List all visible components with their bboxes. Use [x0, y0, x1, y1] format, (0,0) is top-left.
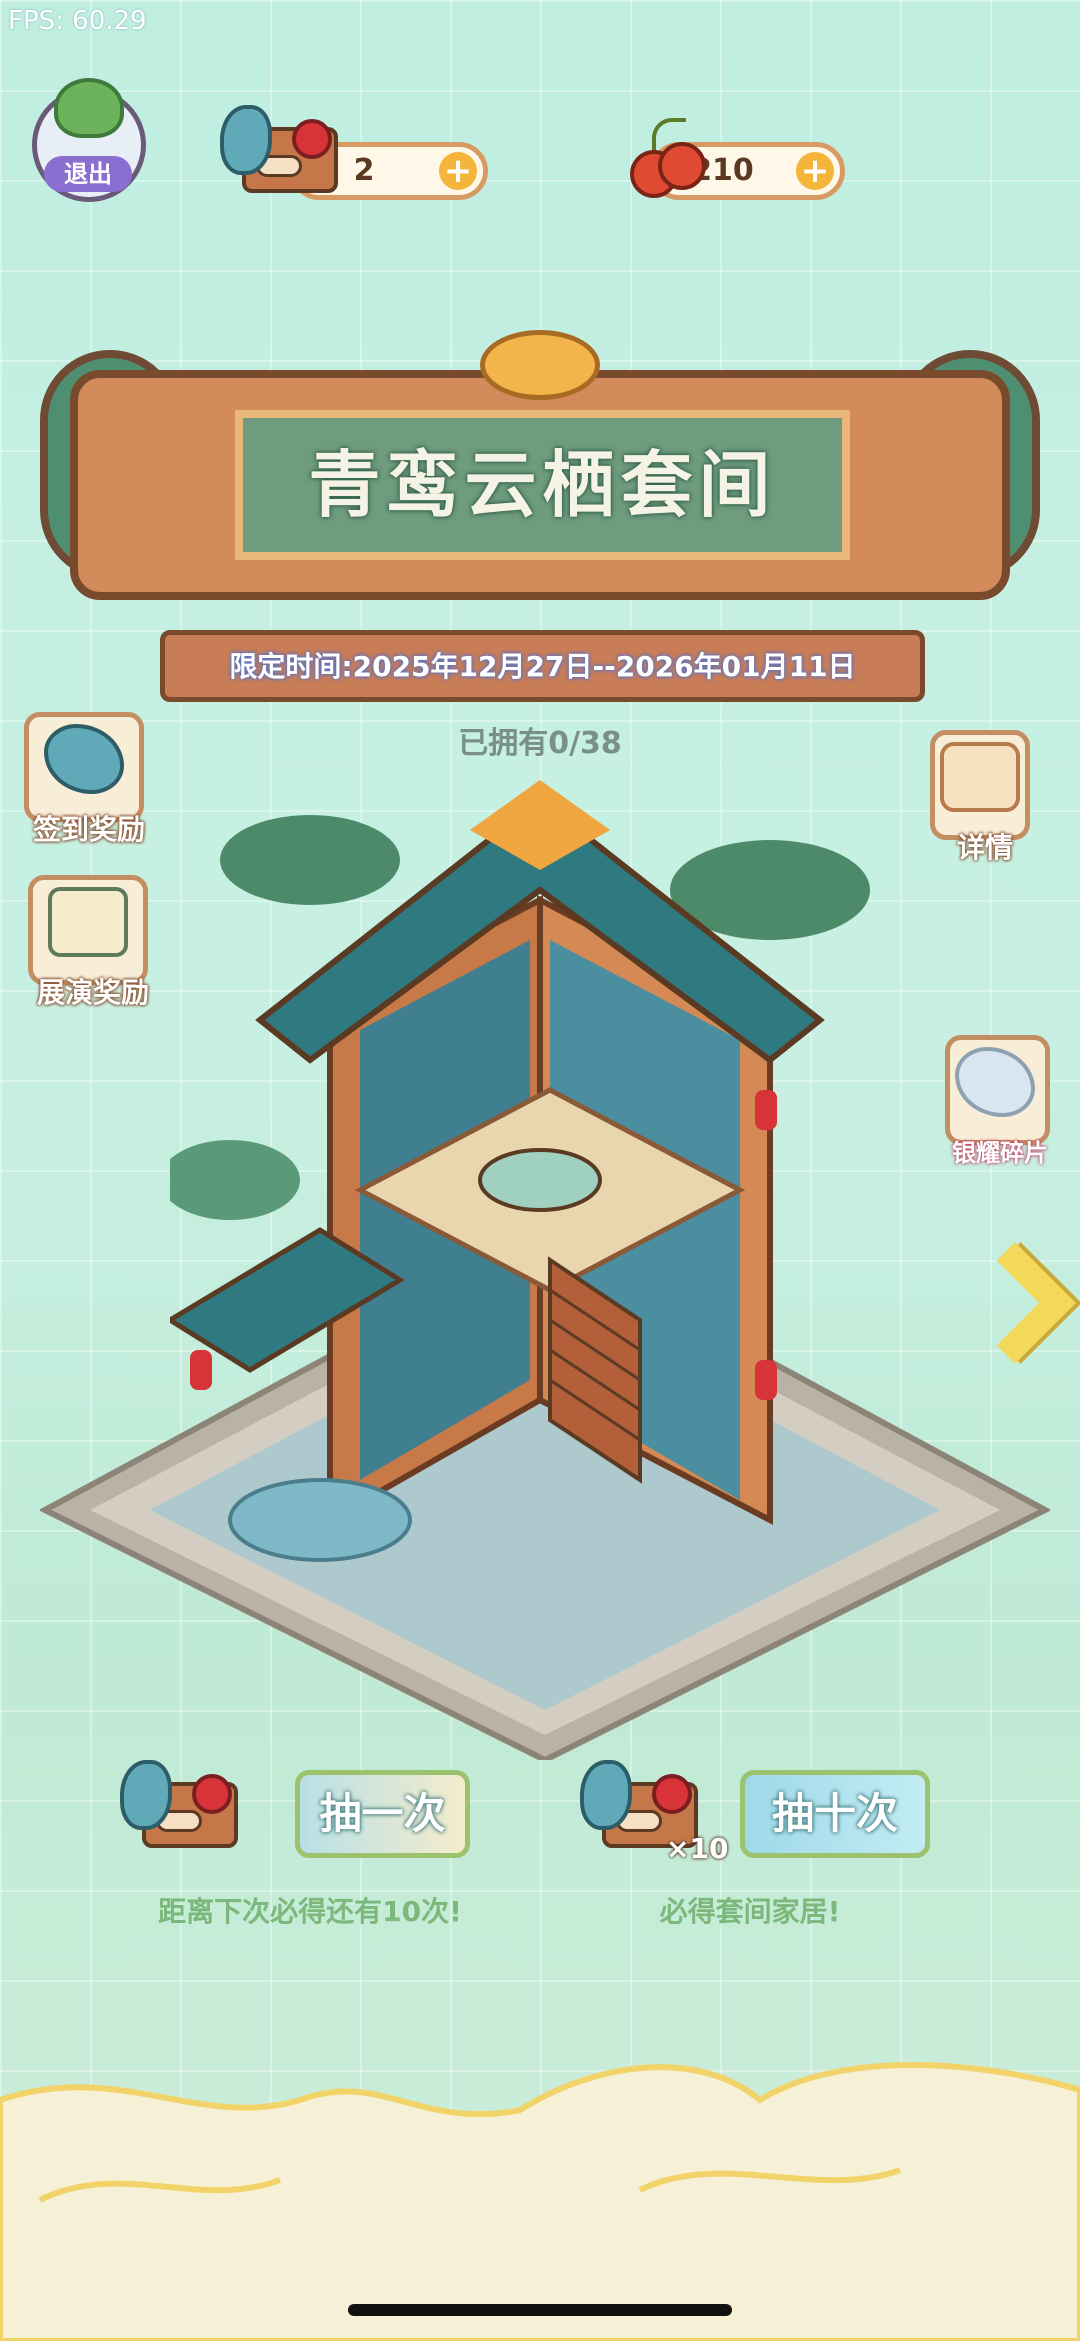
fps-counter: FPS: 60.29: [8, 6, 147, 36]
page-title: 青鸾云栖套间: [308, 443, 777, 527]
sprout-icon: [54, 78, 124, 138]
add-tickets-button[interactable]: +: [439, 152, 477, 190]
silver-fragments-button[interactable]: 银耀碎片: [925, 1025, 1075, 1175]
draw-ten-group: 抽十次 ×10: [580, 1760, 930, 1870]
details-label: 详情: [956, 831, 1013, 864]
home-indicator[interactable]: [348, 2304, 732, 2316]
draw-once-group: 抽一次: [120, 1760, 470, 1870]
exit-button[interactable]: 退出: [32, 78, 150, 206]
show-reward-label: 展演奖励: [36, 976, 149, 1009]
draw-ticket-icon: [220, 105, 340, 200]
checkin-reward-label: 签到奖励: [32, 813, 145, 846]
draw-ten-button[interactable]: 抽十次: [740, 1770, 930, 1858]
knot-ornament-icon: [480, 330, 600, 400]
draw-ten-hint: 必得套间家居!: [659, 1895, 841, 1928]
scroll-quill-icon: [940, 742, 1020, 812]
silver-fragments-label: 银耀碎片: [952, 1139, 1048, 1167]
exit-label: 退出: [44, 156, 132, 192]
draw-ticket-icon: [120, 1760, 240, 1855]
limited-time-text: 限定时间:2025年12月27日--2026年01月11日: [229, 650, 856, 683]
collection-progress: 已拥有0/38: [458, 726, 622, 761]
draw-once-hint: 距离下次必得还有10次!: [158, 1895, 462, 1928]
cherry-icon: [628, 118, 708, 208]
limited-time-bar: 限定时间:2025年12月27日--2026年01月11日: [160, 630, 925, 702]
pavilion-house-illustration: [170, 780, 870, 1562]
cloud-decoration: [0, 2062, 1080, 2341]
details-button[interactable]: 详情: [910, 720, 1060, 870]
scroll-icon: [48, 887, 128, 957]
draw-once-button[interactable]: 抽一次: [295, 1770, 470, 1858]
ten-multiplier: ×10: [666, 1832, 729, 1865]
title-banner: 青鸾云栖套间: [40, 330, 1040, 620]
checkin-reward-button[interactable]: 签到奖励: [14, 702, 164, 852]
add-cherries-button[interactable]: +: [796, 152, 834, 190]
show-reward-button[interactable]: 展演奖励: [18, 865, 168, 1015]
